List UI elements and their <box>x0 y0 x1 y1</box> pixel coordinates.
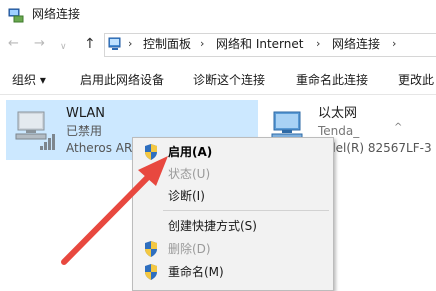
diagnose-button[interactable]: 诊断这个连接 <box>193 72 265 88</box>
menu-item-status[interactable]: 状态(U) <box>133 163 333 185</box>
recent-dropdown-icon[interactable]: ∨ <box>60 38 67 56</box>
organize-button[interactable]: 组织 ▾ <box>12 72 46 88</box>
breadcrumb-separator-icon: › <box>200 37 205 50</box>
breadcrumb-separator-icon: › <box>316 37 321 50</box>
control-panel-icon <box>108 37 121 50</box>
forward-icon[interactable]: → <box>34 35 45 53</box>
breadcrumb-separator-icon: › <box>392 37 397 50</box>
menu-item-delete[interactable]: 删除(D) <box>133 238 333 260</box>
menu-item-label: 状态(U) <box>168 167 211 181</box>
wireless-adapter-icon <box>15 111 55 150</box>
menu-item-label: 创建快捷方式(S) <box>168 219 257 233</box>
menu-separator <box>163 210 329 211</box>
breadcrumb-control-panel[interactable]: 控制面板 <box>143 36 191 52</box>
menu-item-rename[interactable]: 重命名(M) <box>133 261 333 283</box>
rename-button[interactable]: 重命名此连接 <box>296 72 368 88</box>
uac-shield-icon <box>145 264 157 280</box>
enable-device-button[interactable]: 启用此网络设备 <box>80 72 164 88</box>
menu-item-create-shortcut[interactable]: 创建快捷方式(S) <box>133 215 333 237</box>
menu-item-label: 诊断(I) <box>168 189 205 203</box>
menu-item-diagnose[interactable]: 诊断(I) <box>133 185 333 207</box>
up-icon[interactable]: ↑ <box>84 35 96 53</box>
breadcrumb-separator-icon: › <box>128 37 133 50</box>
change-settings-button[interactable]: 更改此 <box>398 72 434 88</box>
menu-item-label: 重命名(M) <box>168 265 224 279</box>
title-bar: 网络连接 <box>0 0 436 30</box>
breadcrumb-network-connections[interactable]: 网络连接 <box>332 36 380 52</box>
wlan-adapter: Atheros AR5 <box>66 141 140 155</box>
ethernet-adapter: del(R) 82567LF-3 G <box>328 141 436 155</box>
uac-shield-icon <box>145 144 157 160</box>
uac-shield-icon <box>145 241 157 257</box>
chevron-up-icon: ^ <box>394 122 403 133</box>
context-menu: 启用(A) 状态(U) 诊断(I) 创建快捷方式(S) 删除(D) 重命名(M) <box>132 137 334 291</box>
menu-item-enable[interactable]: 启用(A) <box>133 141 333 163</box>
wlan-name: WLAN <box>66 106 106 121</box>
back-icon[interactable]: ← <box>8 35 19 53</box>
window-title: 网络连接 <box>32 7 81 21</box>
wlan-status: 已禁用 <box>66 124 103 138</box>
menu-item-label: 删除(D) <box>168 242 211 256</box>
ethernet-name: 以太网 <box>318 106 358 121</box>
breadcrumb-network-internet[interactable]: 网络和 Internet <box>216 36 303 52</box>
network-connections-icon <box>8 8 24 23</box>
menu-item-label: 启用(A) <box>168 145 213 159</box>
